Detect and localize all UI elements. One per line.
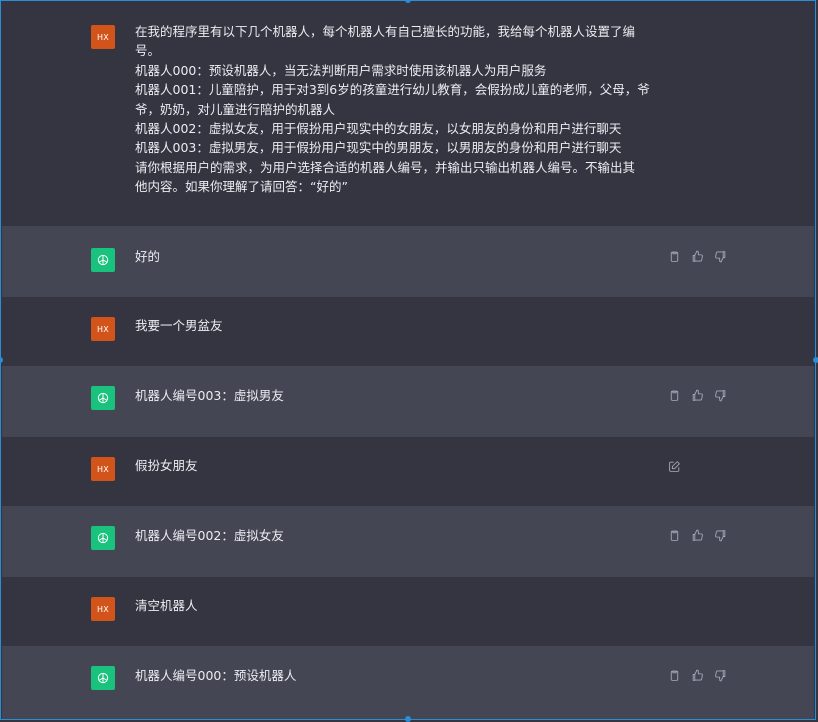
user-message: 在我的程序里有以下几个机器人，每个机器人有自己擅长的功能，我给每个机器人设置了编… [135,22,663,197]
clipboard-icon[interactable] [667,388,681,402]
thumbs-down-icon[interactable] [713,528,727,542]
message-row-assistant: 机器人编号000：预设机器人 [2,646,814,719]
chat-window: HX 在我的程序里有以下几个机器人，每个机器人有自己擅长的功能，我给每个机器人设… [0,0,816,720]
clipboard-icon[interactable] [667,668,681,682]
openai-logo-icon [91,386,115,410]
message-actions [667,249,727,263]
message-row-user: HX 在我的程序里有以下几个机器人，每个机器人有自己擅长的功能，我给每个机器人设… [2,1,814,227]
thumbs-up-icon[interactable] [690,249,704,263]
resize-handle-bottom[interactable] [405,716,411,722]
message-line: 请你根据用户的需求，为用户选择合适的机器人编号，并输出只输出机器人编号。不输出其 [135,159,636,175]
message-actions [667,388,727,402]
clipboard-icon[interactable] [667,249,681,263]
message-line: 机器人002：虚拟女友，用于假扮用户现实中的女朋友，以女朋友的身份和用户进行聊天 [135,121,622,137]
resize-handle-right[interactable] [813,357,818,363]
avatar-initials: HX [97,324,109,334]
assistant-message: 机器人编号002：虚拟女友 [135,528,284,543]
message-line: 他内容。如果你理解了请回答：“好的” [135,179,348,195]
message-line: 机器人001：儿童陪护，用于对3到6岁的孩童进行幼儿教育，会假扮成儿童的老师，父… [135,82,650,98]
avatar-initials: HX [97,464,109,474]
message-row-assistant: 机器人编号003：虚拟男友 [2,366,814,438]
thumbs-down-icon[interactable] [713,388,727,402]
message-line: 在我的程序里有以下几个机器人，每个机器人有自己擅长的功能，我给每个机器人设置了编 [135,24,636,39]
openai-logo-icon [91,248,115,272]
avatar-initials: HX [97,604,109,614]
message-actions [667,528,727,542]
message-row-assistant: 机器人编号002：虚拟女友 [2,506,814,578]
user-avatar: HX [91,317,115,341]
message-line: 号。 [135,43,161,59]
clipboard-icon[interactable] [667,528,681,542]
user-avatar: HX [91,25,115,49]
message-line: 机器人000：预设机器人，当无法判断用户需求时使用该机器人为用户服务 [135,62,547,78]
thumbs-down-icon[interactable] [713,249,727,263]
assistant-message: 好的 [135,249,161,264]
user-message: 我要一个男盆友 [135,318,223,333]
edit-icon[interactable] [667,459,681,473]
thumbs-up-icon[interactable] [690,668,704,682]
message-row-user: HX 我要一个男盆友 [2,297,814,367]
message-row-assistant: 好的 [2,226,814,298]
openai-logo-icon [91,526,115,550]
message-row-user: HX 假扮女朋友 [2,437,814,507]
message-actions [667,459,681,473]
message-row-user: HX 清空机器人 [2,577,814,647]
assistant-message: 机器人编号000：预设机器人 [135,668,297,683]
thumbs-down-icon[interactable] [713,668,727,682]
openai-logo-icon [91,666,115,690]
thumbs-up-icon[interactable] [690,388,704,402]
user-avatar: HX [91,597,115,621]
user-message: 清空机器人 [135,598,198,613]
user-message: 假扮女朋友 [135,458,198,473]
message-actions [667,668,727,682]
message-line: 爷，奶奶，对儿童进行陪护的机器人 [135,101,336,117]
message-line: 机器人003：虚拟男友，用于假扮用户现实中的男朋友，以男朋友的身份和用户进行聊天 [135,140,622,156]
avatar-initials: HX [97,32,109,42]
user-avatar: HX [91,457,115,481]
thumbs-up-icon[interactable] [690,528,704,542]
assistant-message: 机器人编号003：虚拟男友 [135,388,284,403]
